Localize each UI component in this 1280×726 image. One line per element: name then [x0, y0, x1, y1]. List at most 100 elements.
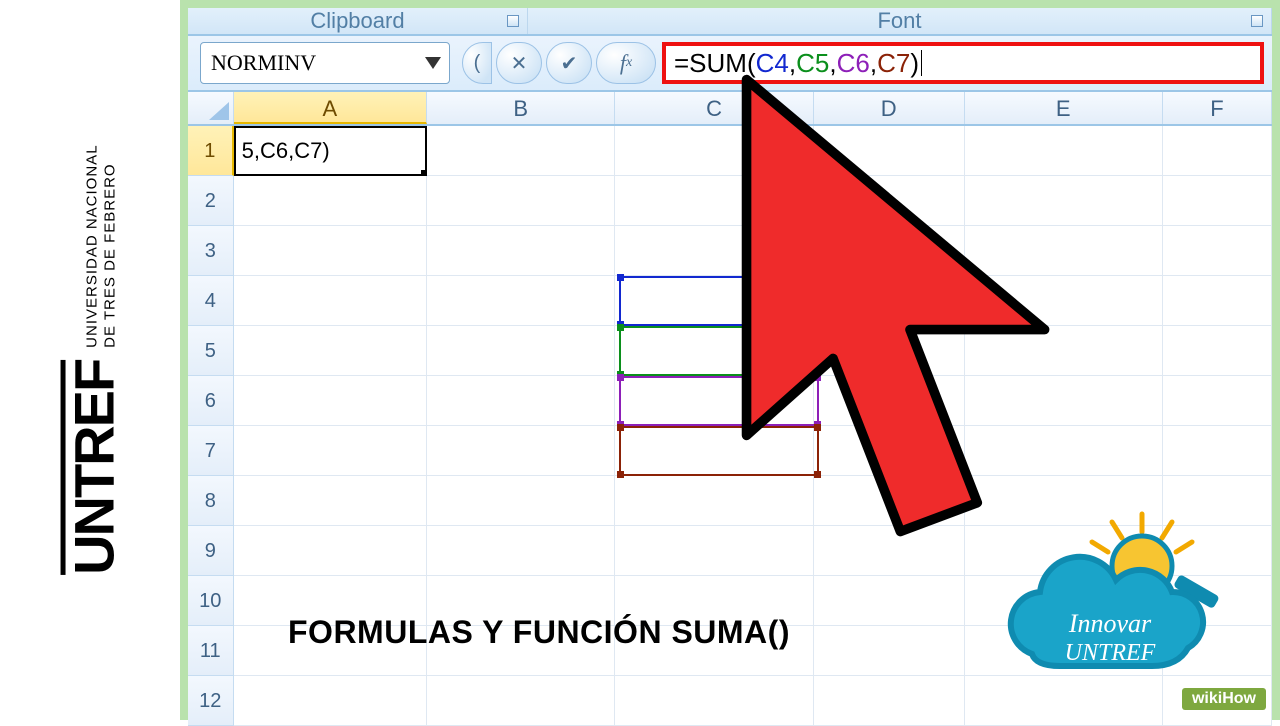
cell[interactable]: [427, 676, 615, 726]
cell[interactable]: [1163, 276, 1272, 326]
launcher-icon[interactable]: [507, 15, 519, 27]
cell[interactable]: [1163, 326, 1272, 376]
cell[interactable]: [234, 426, 427, 476]
launcher-icon[interactable]: [1251, 15, 1263, 27]
select-all-button[interactable]: [188, 92, 234, 124]
cell[interactable]: [965, 326, 1163, 376]
row-header[interactable]: 3: [188, 226, 234, 276]
cell[interactable]: [965, 276, 1163, 326]
cell[interactable]: [814, 526, 965, 576]
fx-icon[interactable]: fx: [596, 42, 656, 84]
cell[interactable]: [234, 476, 427, 526]
svg-text:UNTREF: UNTREF: [1065, 640, 1156, 666]
brand-university-name: UNIVERSIDAD NACIONAL DE TRES DE FEBRERO: [84, 145, 120, 348]
spreadsheet-grid[interactable]: 1 5,C6,C7) 2 3 4 5 6 7 8 9 10 11 12: [188, 126, 1272, 726]
row-header[interactable]: 8: [188, 476, 234, 526]
overlay-title: FORMULAS Y FUNCIÓN SUMA(): [288, 614, 790, 651]
chevron-down-icon[interactable]: [425, 57, 441, 69]
formula-input[interactable]: =SUM(C4,C5,C6,C7): [662, 42, 1264, 84]
cell[interactable]: [615, 526, 813, 576]
cell[interactable]: [615, 176, 813, 226]
cell[interactable]: [814, 576, 965, 626]
cell[interactable]: [814, 176, 965, 226]
cell[interactable]: [814, 326, 965, 376]
cell[interactable]: [814, 126, 965, 176]
col-header-A[interactable]: A: [234, 92, 427, 124]
brand-acronym: UNTREF: [60, 360, 119, 575]
cell[interactable]: [427, 426, 615, 476]
cell[interactable]: [427, 126, 615, 176]
cell[interactable]: [814, 476, 965, 526]
cell[interactable]: [234, 276, 427, 326]
cell[interactable]: [427, 526, 615, 576]
col-header-C[interactable]: C: [615, 92, 813, 124]
cell[interactable]: [427, 326, 615, 376]
cell[interactable]: [965, 376, 1163, 426]
cell[interactable]: [427, 176, 615, 226]
cell[interactable]: [814, 626, 965, 676]
excel-window: Clipboard Font NORMINV ( ✕ ✔ fx =SUM(C4,…: [180, 0, 1280, 720]
row-header[interactable]: 4: [188, 276, 234, 326]
name-box[interactable]: NORMINV: [200, 42, 450, 84]
range-highlight-C5: [619, 326, 819, 376]
cell[interactable]: [814, 226, 965, 276]
cell[interactable]: [814, 676, 965, 726]
formula-bar-row: NORMINV ( ✕ ✔ fx =SUM(C4,C5,C6,C7): [188, 36, 1272, 92]
ribbon-group-clipboard[interactable]: Clipboard: [188, 8, 528, 34]
cell[interactable]: [427, 476, 615, 526]
row-header[interactable]: 5: [188, 326, 234, 376]
cell[interactable]: [965, 176, 1163, 226]
cell[interactable]: [234, 226, 427, 276]
cell[interactable]: [234, 676, 427, 726]
row-header[interactable]: 11: [188, 626, 234, 676]
cell[interactable]: [615, 676, 813, 726]
col-header-E[interactable]: E: [965, 92, 1163, 124]
cell[interactable]: [1163, 226, 1272, 276]
cell[interactable]: [1163, 176, 1272, 226]
col-header-B[interactable]: B: [427, 92, 615, 124]
left-branding-panel: UNTREF UNIVERSIDAD NACIONAL DE TRES DE F…: [0, 0, 180, 720]
svg-text:Innovar: Innovar: [1068, 609, 1152, 638]
cell[interactable]: [965, 126, 1163, 176]
cell[interactable]: [234, 526, 427, 576]
cell[interactable]: [427, 226, 615, 276]
cell-A1[interactable]: 5,C6,C7): [234, 126, 427, 176]
row-header[interactable]: 2: [188, 176, 234, 226]
cell[interactable]: [234, 326, 427, 376]
expand-ref-icon[interactable]: (: [462, 42, 492, 84]
enter-formula-button[interactable]: ✔: [546, 42, 592, 84]
cell[interactable]: [1163, 126, 1272, 176]
formula-bar-controls: ( ✕ ✔ fx: [458, 36, 660, 90]
wikihow-watermark: wikiHow: [1182, 688, 1266, 710]
cell[interactable]: [965, 426, 1163, 476]
text-caret: [921, 50, 922, 76]
cell[interactable]: [814, 276, 965, 326]
cell[interactable]: [234, 376, 427, 426]
cancel-formula-button[interactable]: ✕: [496, 42, 542, 84]
innovar-untref-badge: Innovar UNTREF: [992, 504, 1242, 694]
cell[interactable]: [814, 376, 965, 426]
row-header[interactable]: 10: [188, 576, 234, 626]
cell[interactable]: [234, 176, 427, 226]
cell[interactable]: [615, 126, 813, 176]
ribbon-group-font[interactable]: Font: [528, 8, 1272, 34]
cell[interactable]: [814, 426, 965, 476]
range-highlight-C4: [619, 276, 819, 326]
cell[interactable]: [965, 226, 1163, 276]
row-header[interactable]: 9: [188, 526, 234, 576]
range-highlight-C7: [619, 426, 819, 476]
column-headers: A B C D E F: [188, 92, 1272, 126]
cell[interactable]: [615, 226, 813, 276]
row-header[interactable]: 7: [188, 426, 234, 476]
cell[interactable]: [427, 376, 615, 426]
row-header[interactable]: 1: [188, 126, 234, 176]
cell[interactable]: [615, 476, 813, 526]
col-header-D[interactable]: D: [814, 92, 965, 124]
cell[interactable]: [1163, 376, 1272, 426]
row-header[interactable]: 6: [188, 376, 234, 426]
branding-text: UNTREF UNIVERSIDAD NACIONAL DE TRES DE F…: [60, 145, 119, 575]
row-header[interactable]: 12: [188, 676, 234, 726]
col-header-F[interactable]: F: [1163, 92, 1272, 124]
cell[interactable]: [427, 276, 615, 326]
cell[interactable]: [1163, 426, 1272, 476]
